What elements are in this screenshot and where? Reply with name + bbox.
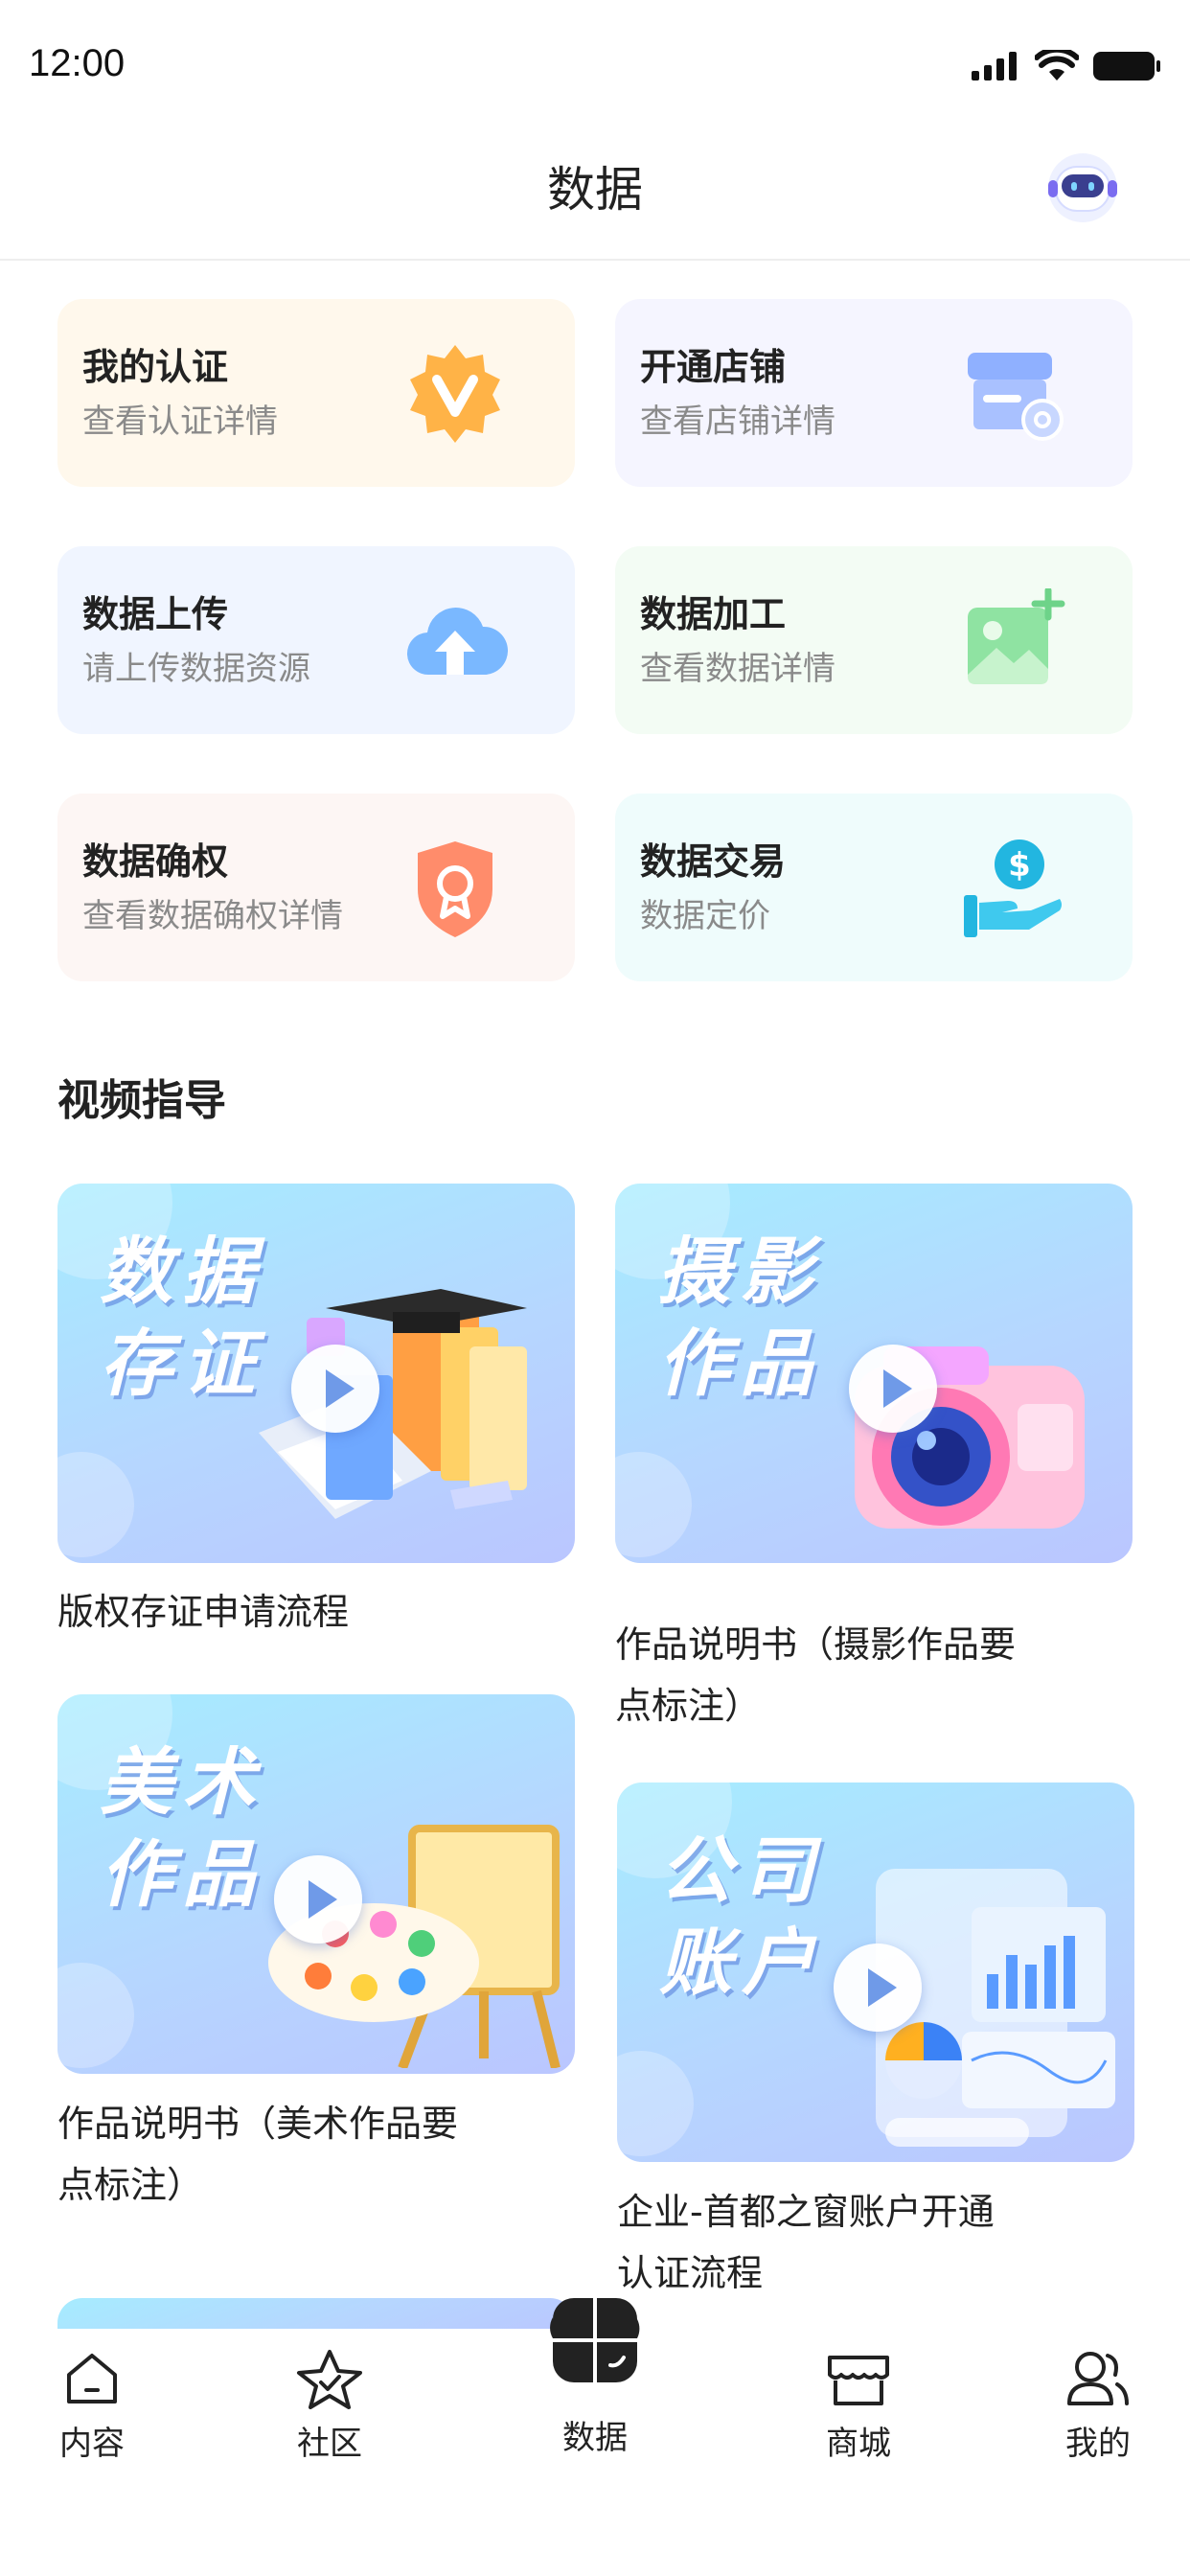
image-add-icon [968,588,1065,684]
tab-data[interactable]: 数据 [518,2292,672,2458]
wifi-icon [1035,50,1079,80]
card-subtitle: 查看数据确权详情 [82,897,343,935]
status-icons [972,50,1161,82]
shop-icon [828,2356,889,2405]
status-bar: 12:00 [0,0,1190,134]
tab-content[interactable]: 内容 [15,2348,169,2464]
star-icon [297,2350,362,2409]
card-data-trading[interactable]: 数据交易 数据定价 $ [615,794,1133,981]
video-caption: 版权存证申请流程 [57,1591,350,1633]
card-subtitle: 查看店铺详情 [640,402,835,441]
play-button[interactable] [291,1345,379,1433]
card-title: 我的认证 [82,346,229,388]
video-caption: 企业-首都之窗账户开通 认证流程 [617,2191,995,2294]
nav-header: 数据 [0,134,1190,261]
tab-label: 商城 [826,2425,891,2463]
card-title: 数据确权 [82,840,229,883]
card-subtitle: 请上传数据资源 [82,650,310,688]
verified-badge-icon [410,345,500,443]
video-caption: 作品说明书（摄影作品要 点标注） [615,1623,1017,1727]
card-data-rights[interactable]: 数据确权 查看数据确权详情 [57,794,575,981]
video-banner-text: 美术 作品 [100,1739,264,1917]
card-title: 数据加工 [640,593,787,635]
video-section-title: 视频指导 [57,1076,226,1125]
card-title: 数据交易 [640,840,787,883]
tab-label: 社区 [297,2425,362,2463]
card-subtitle: 查看数据详情 [640,650,835,688]
card-title: 数据上传 [82,593,229,635]
play-button[interactable] [849,1345,937,1433]
dollar-hand-icon: $ [964,840,1062,937]
play-button[interactable] [834,1944,922,2032]
battery-icon [1093,52,1160,80]
video-card-company-account[interactable]: 公司 账户 [617,1782,1134,2162]
tab-bar: 内容 社区 数据 商城 我的 [0,2298,1190,2576]
card-open-store[interactable]: 开通店铺 查看店铺详情 [615,299,1133,487]
award-shield-icon [418,841,492,937]
home-icon [67,2354,117,2404]
store-icon [968,353,1064,441]
data-clover-icon [550,2298,640,2382]
tab-label: 内容 [59,2425,125,2463]
tab-label: 我的 [1065,2425,1131,2463]
tab-mine[interactable]: 我的 [1021,2348,1175,2464]
svg-text:$: $ [1008,846,1031,885]
card-title: 开通店铺 [640,346,787,388]
tab-label: 数据 [562,2419,628,2457]
video-card-fine-art[interactable]: 美术 作品 [57,1694,575,2074]
video-banner-text: 摄影 作品 [657,1229,822,1406]
status-time: 12:00 [29,42,126,84]
video-caption: 作品说明书（美术作品要 点标注） [57,2103,459,2206]
card-data-upload[interactable]: 数据上传 请上传数据资源 [57,546,575,734]
tab-community[interactable]: 社区 [253,2348,406,2464]
page-title: 数据 [547,162,643,218]
video-banner-text: 公司 账户 [659,1828,824,2005]
signal-icon [972,52,1017,80]
card-subtitle: 数据定价 [640,897,770,935]
card-my-certification[interactable]: 我的认证 查看认证详情 [57,299,575,487]
video-banner-text: 数据 存证 [100,1229,264,1406]
play-button[interactable] [274,1855,362,1944]
video-card-photography[interactable]: 摄影 作品 [615,1184,1133,1563]
assistant-bot-button[interactable] [1042,146,1123,226]
tab-shop[interactable]: 商城 [782,2348,935,2464]
cloud-upload-icon [407,608,508,676]
card-data-processing[interactable]: 数据加工 查看数据详情 [615,546,1133,734]
card-subtitle: 查看认证详情 [82,402,278,441]
robot-icon [1048,153,1117,222]
video-card-data-deposit[interactable]: 数据 存证 [57,1184,575,1563]
user-icon [1067,2352,1129,2405]
books-illustration [259,1289,527,1519]
